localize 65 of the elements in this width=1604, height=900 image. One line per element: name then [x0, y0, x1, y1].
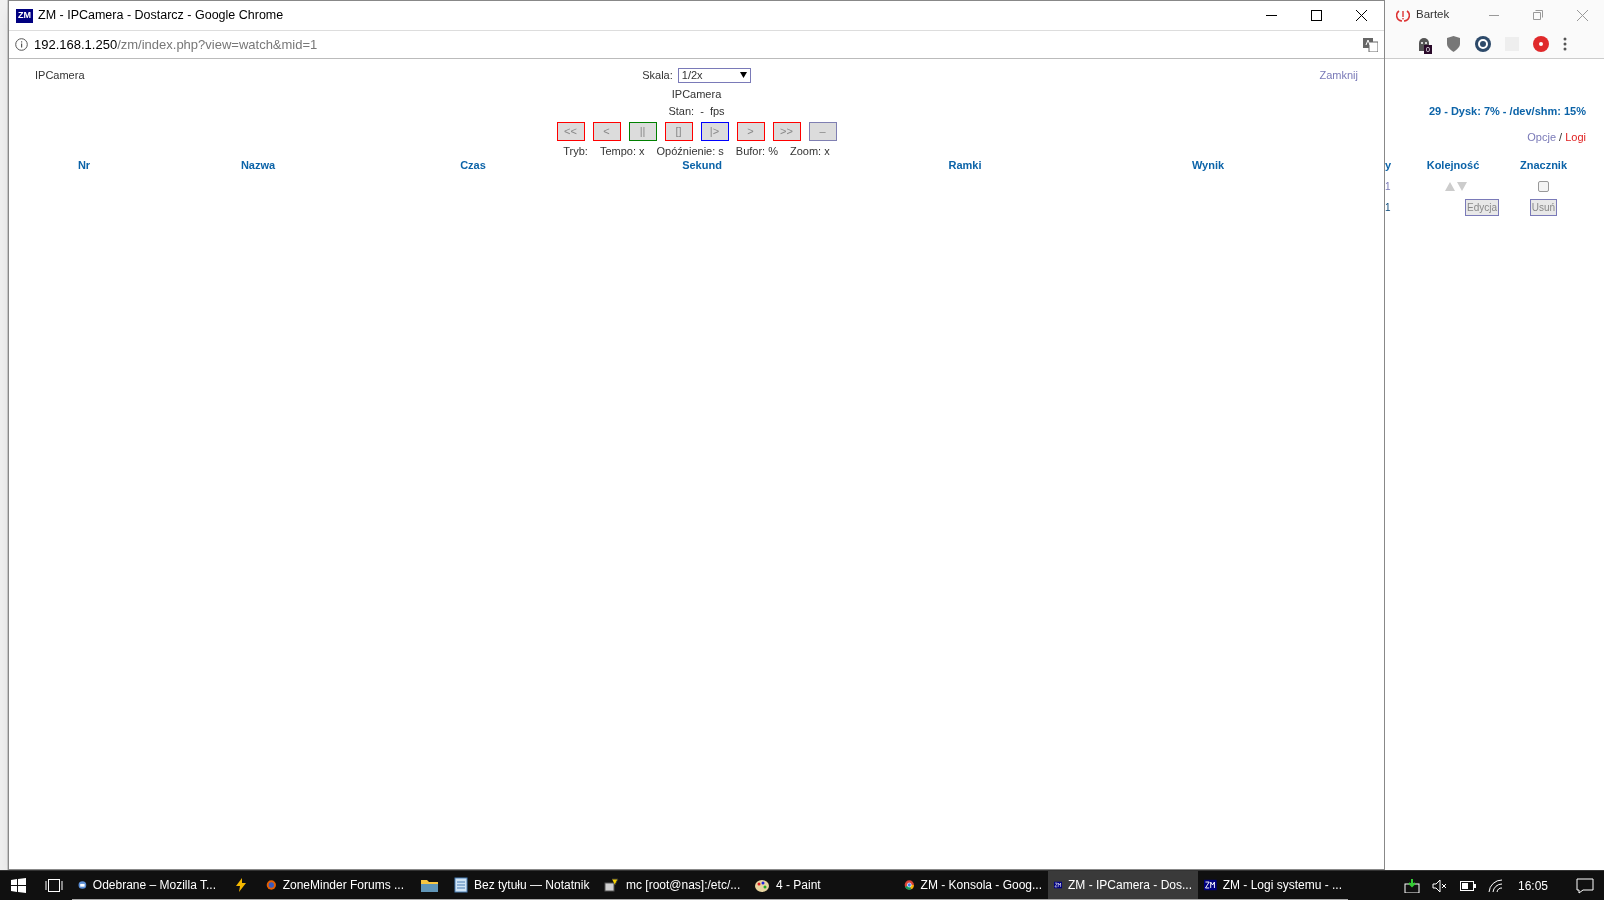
stat-label: Tempo: x — [599, 143, 645, 159]
column-header[interactable]: y — [1385, 157, 1405, 174]
zm-logo-icon: ZM — [16, 8, 33, 23]
taskbar-item[interactable]: Odebrane – Mozilla T... — [72, 870, 222, 900]
column-header[interactable]: Kolejność — [1405, 157, 1501, 174]
shield-icon[interactable] — [1446, 36, 1461, 52]
column-header[interactable]: Sekund — [589, 157, 815, 174]
table-cell-text: 1 — [1385, 200, 1392, 215]
table-cell-text: 1 — [1385, 179, 1392, 194]
taskbar-item[interactable]: ZoneMinder Forums ... — [260, 870, 410, 900]
options-link[interactable]: Opcje — [1527, 130, 1556, 143]
bolt-icon — [233, 876, 249, 893]
notification-icon[interactable] — [1576, 877, 1594, 894]
sync-error-icon — [1396, 8, 1410, 22]
stat-label: Zoom: x — [790, 143, 830, 159]
taskbar-item[interactable]: ZM - IPCamera - Dos... — [1048, 870, 1198, 900]
profile-name[interactable]: Bartek — [1416, 6, 1450, 24]
task-view-icon — [45, 879, 63, 892]
tray-mail-icon[interactable] — [1403, 878, 1420, 893]
stat-label: Tryb: — [563, 143, 588, 159]
column-header[interactable]: Znacznik — [1501, 157, 1586, 174]
column-header[interactable]: Nr — [9, 157, 159, 174]
battery-icon[interactable] — [1459, 880, 1476, 891]
column-header[interactable]: Ramki — [815, 157, 1115, 174]
column-header[interactable]: Nazwa — [159, 157, 357, 174]
link-separator: / — [1558, 130, 1564, 143]
notepad-icon — [454, 876, 468, 893]
muted-speaker-icon[interactable] — [1431, 878, 1448, 893]
marker-checkbox[interactable] — [1538, 180, 1549, 192]
system-summary: 29 - Dysk: 7% - /dev/shm: 15% — [1427, 104, 1586, 119]
clock[interactable]: 16:05 — [1515, 876, 1550, 895]
translate-icon[interactable] — [1363, 37, 1378, 52]
taskbar-item[interactable]: ZM - Logi systemu - ... — [1198, 870, 1348, 900]
close-icon — [1356, 10, 1367, 21]
windows-logo-icon — [10, 878, 26, 893]
taskbar-item[interactable]: 4 - Paint — [748, 870, 898, 900]
info-icon — [15, 38, 28, 51]
extension-e-icon[interactable] — [1475, 36, 1491, 52]
menu-icon[interactable] — [1563, 37, 1567, 51]
record-icon[interactable] — [1533, 36, 1549, 52]
wifi-icon[interactable] — [1487, 878, 1504, 893]
logs-link[interactable]: Logi — [1565, 130, 1586, 143]
column-header[interactable]: Wynik — [1115, 157, 1301, 174]
minimize-icon — [1266, 15, 1277, 16]
zm-logo-icon — [1204, 877, 1217, 892]
stat-label: Opóźnienie: s — [656, 143, 724, 159]
folder-icon — [420, 877, 438, 892]
minimize-icon — [1489, 14, 1499, 16]
taskbar-item[interactable]: Bez tytułu — Notatnik — [448, 870, 598, 900]
close-icon — [1576, 9, 1588, 21]
stat-label: Bufor: % — [735, 143, 778, 159]
monitor-name: IPCamera — [35, 68, 86, 83]
maximize-icon — [1311, 10, 1322, 21]
close-link[interactable]: Zamknij — [1158, 67, 1358, 84]
camera-title: IPCamera — [671, 86, 722, 102]
address-bar[interactable]: 192.168.1.250/zm/index.php?view=watch&mid=1 — [34, 34, 318, 55]
restore-icon — [1533, 10, 1543, 20]
status-text: Stan: - fps — [668, 104, 725, 119]
window-title: ZM - IPCamera - Dostarcz - Google Chrome — [38, 7, 284, 25]
scale-dropdown[interactable]: 1/2x — [677, 67, 751, 83]
taskbar-item[interactable]: mc [root@nas]:/etc/... — [598, 870, 748, 900]
scale-label: Skala: — [642, 68, 673, 83]
dropdown-caret-icon — [739, 72, 747, 79]
terminal-icon — [604, 876, 620, 893]
column-header[interactable]: Czas — [357, 157, 589, 174]
